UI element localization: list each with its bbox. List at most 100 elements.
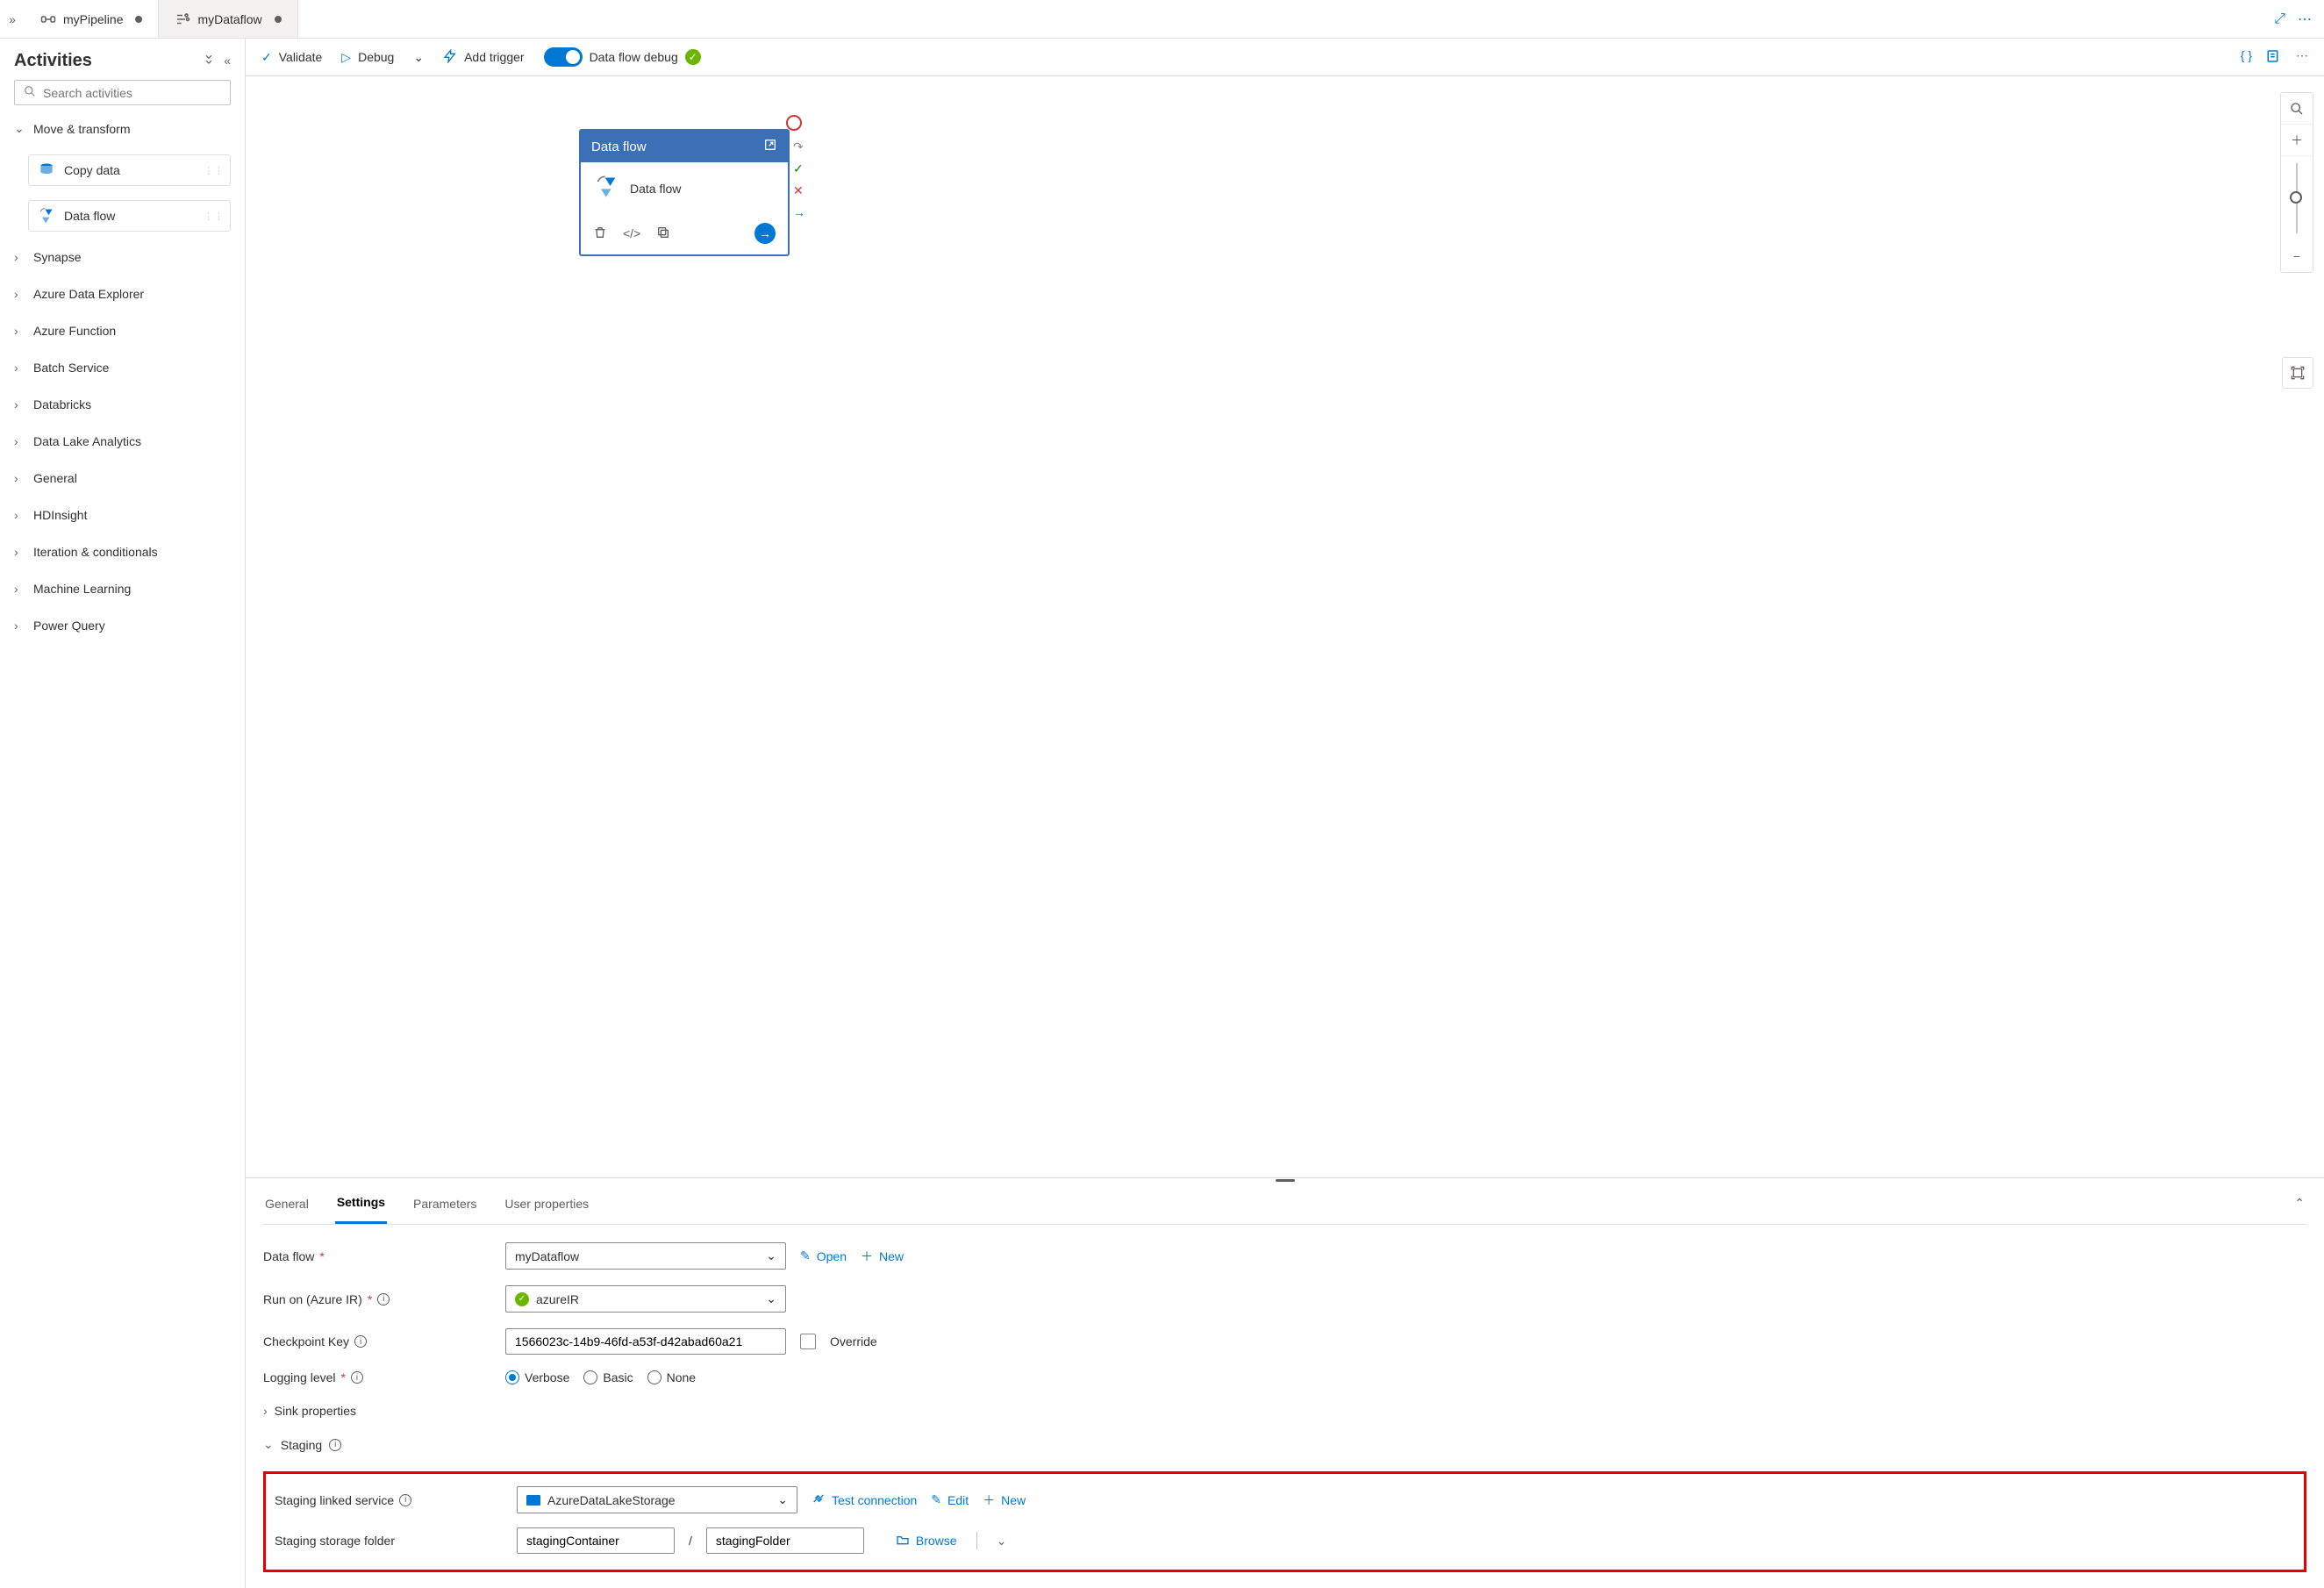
open-external-icon[interactable]: [763, 138, 777, 155]
chevron-right-icon: ›: [14, 397, 26, 411]
zoom-slider[interactable]: [2296, 163, 2298, 233]
folder-icon: [896, 1533, 910, 1549]
tab-settings[interactable]: Settings: [335, 1183, 387, 1224]
tab-mypipeline[interactable]: myPipeline: [25, 0, 159, 38]
category-item[interactable]: ›Batch Service: [14, 354, 231, 382]
staging-folder-input[interactable]: [706, 1527, 864, 1554]
category-item[interactable]: ›Data Lake Analytics: [14, 427, 231, 455]
runon-label: Run on (Azure IR): [263, 1292, 362, 1306]
browse-button[interactable]: Browse: [896, 1533, 957, 1549]
chevron-right-icon: ›: [14, 361, 26, 375]
category-item[interactable]: ›Iteration & conditionals: [14, 538, 231, 566]
more-icon[interactable]: ⋯: [2296, 48, 2308, 67]
tab-mydataflow[interactable]: myDataflow: [159, 0, 297, 38]
debug-button[interactable]: ▷ Debug: [341, 50, 394, 65]
open-dataflow-button[interactable]: ✎Open: [800, 1248, 847, 1263]
test-connection-button[interactable]: Test connection: [812, 1491, 917, 1508]
error-badge-icon: [786, 115, 802, 131]
category-item[interactable]: ›Power Query: [14, 612, 231, 640]
properties-icon[interactable]: [2266, 48, 2282, 67]
chevron-right-icon: ›: [14, 287, 26, 301]
copy-data-icon: [38, 161, 55, 179]
info-icon[interactable]: i: [329, 1439, 341, 1451]
code-icon[interactable]: </>: [623, 226, 640, 240]
new-dataflow-button[interactable]: ＋New: [861, 1248, 904, 1265]
category-item[interactable]: ›HDInsight: [14, 501, 231, 529]
success-connector-icon[interactable]: ✓: [793, 161, 805, 176]
drag-handle-icon: ⋮⋮: [204, 211, 225, 222]
canvas-search-icon[interactable]: [2281, 93, 2313, 125]
chevron-right-icon: ›: [14, 471, 26, 485]
category-item[interactable]: ›Azure Function: [14, 317, 231, 345]
run-icon[interactable]: →: [754, 223, 776, 244]
sink-properties-section[interactable]: › Sink properties: [263, 1400, 2306, 1418]
dataflow-node[interactable]: Data flow Data flow: [579, 129, 790, 256]
zoom-out-icon[interactable]: −: [2281, 240, 2313, 272]
chevron-right-icon: ›: [14, 545, 26, 559]
dataflow-select[interactable]: myDataflow ⌄: [505, 1242, 786, 1270]
debug-dropdown[interactable]: ⌄: [413, 50, 424, 65]
pipeline-canvas[interactable]: Data flow Data flow: [246, 76, 2324, 1177]
checkpoint-input[interactable]: [505, 1328, 786, 1355]
new-ls-button[interactable]: ＋New: [983, 1491, 1026, 1509]
collapse-categories-icon[interactable]: [203, 54, 215, 68]
runon-select[interactable]: ✓azureIR ⌄: [505, 1285, 786, 1313]
pencil-icon: ✎: [800, 1248, 811, 1263]
search-activities-input[interactable]: [14, 80, 231, 105]
tab-general[interactable]: General: [263, 1184, 311, 1223]
chevron-right-icon: ›: [14, 434, 26, 448]
activities-title: Activities: [14, 51, 92, 71]
more-icon[interactable]: ⋯: [2298, 11, 2312, 28]
staging-highlight: Staging linked service i AzureDataLakeSt…: [263, 1471, 2306, 1572]
status-ok-icon: ✓: [515, 1292, 529, 1306]
dirty-dot-icon: [275, 16, 282, 23]
edit-ls-button[interactable]: ✎Edit: [931, 1492, 969, 1507]
staging-ls-select[interactable]: AzureDataLakeStorage ⌄: [517, 1486, 797, 1513]
activity-data-flow[interactable]: Data flow ⋮⋮: [28, 200, 231, 232]
log-none-radio[interactable]: None: [647, 1370, 696, 1384]
add-trigger-button[interactable]: Add trigger: [443, 49, 524, 66]
override-checkbox[interactable]: [800, 1334, 816, 1349]
search-icon: [24, 85, 36, 100]
log-basic-radio[interactable]: Basic: [583, 1370, 633, 1384]
info-icon[interactable]: i: [351, 1371, 363, 1384]
dataflow-label: Data flow: [263, 1249, 314, 1263]
plus-icon: ＋: [983, 1491, 995, 1509]
category-item[interactable]: ›Machine Learning: [14, 575, 231, 603]
collapse-sidebar-icon[interactable]: «: [224, 54, 231, 68]
redo-icon[interactable]: ↷: [793, 139, 805, 154]
fail-connector-icon[interactable]: ✕: [793, 183, 805, 198]
staging-container-input[interactable]: [517, 1527, 675, 1554]
tab-parameters[interactable]: Parameters: [411, 1184, 478, 1223]
tab-user-properties[interactable]: User properties: [503, 1184, 590, 1223]
activity-copy-data[interactable]: Copy data ⋮⋮: [28, 154, 231, 186]
zoom-in-icon[interactable]: ＋: [2281, 125, 2313, 156]
staging-section[interactable]: ⌄ Staging i: [263, 1434, 2306, 1452]
collapse-panel-icon[interactable]: ⌃: [2292, 1184, 2306, 1223]
category-move-transform[interactable]: ⌄ Move & transform: [14, 114, 231, 143]
info-icon[interactable]: i: [354, 1335, 367, 1348]
chevron-down-icon: ⌄: [263, 1437, 274, 1452]
delete-icon[interactable]: [593, 225, 607, 242]
validate-button[interactable]: ✓ Validate: [261, 50, 322, 65]
maximize-icon[interactable]: ⤢: [2274, 11, 2285, 27]
copy-icon[interactable]: [656, 225, 670, 242]
info-icon[interactable]: i: [377, 1293, 390, 1305]
log-verbose-radio[interactable]: Verbose: [505, 1370, 569, 1384]
category-item[interactable]: ›Synapse: [14, 243, 231, 271]
code-view-icon[interactable]: { }: [2241, 48, 2252, 67]
expand-rail-button[interactable]: »: [0, 12, 25, 26]
debug-toggle[interactable]: Data flow debug ✓: [544, 47, 701, 67]
check-icon: ✓: [261, 50, 272, 65]
category-item[interactable]: ›Databricks: [14, 390, 231, 418]
info-icon[interactable]: i: [399, 1494, 411, 1506]
chevron-down-icon: ⌄: [777, 1492, 788, 1507]
browse-dropdown[interactable]: ⌄: [997, 1534, 1007, 1549]
skip-connector-icon[interactable]: →: [793, 205, 805, 219]
chevron-right-icon: ›: [263, 1404, 268, 1418]
category-item[interactable]: ›Azure Data Explorer: [14, 280, 231, 308]
fit-to-screen-icon[interactable]: [2282, 357, 2313, 389]
category-item[interactable]: ›General: [14, 464, 231, 492]
chevron-down-icon: ⌄: [413, 50, 424, 65]
dirty-dot-icon: [135, 16, 142, 23]
